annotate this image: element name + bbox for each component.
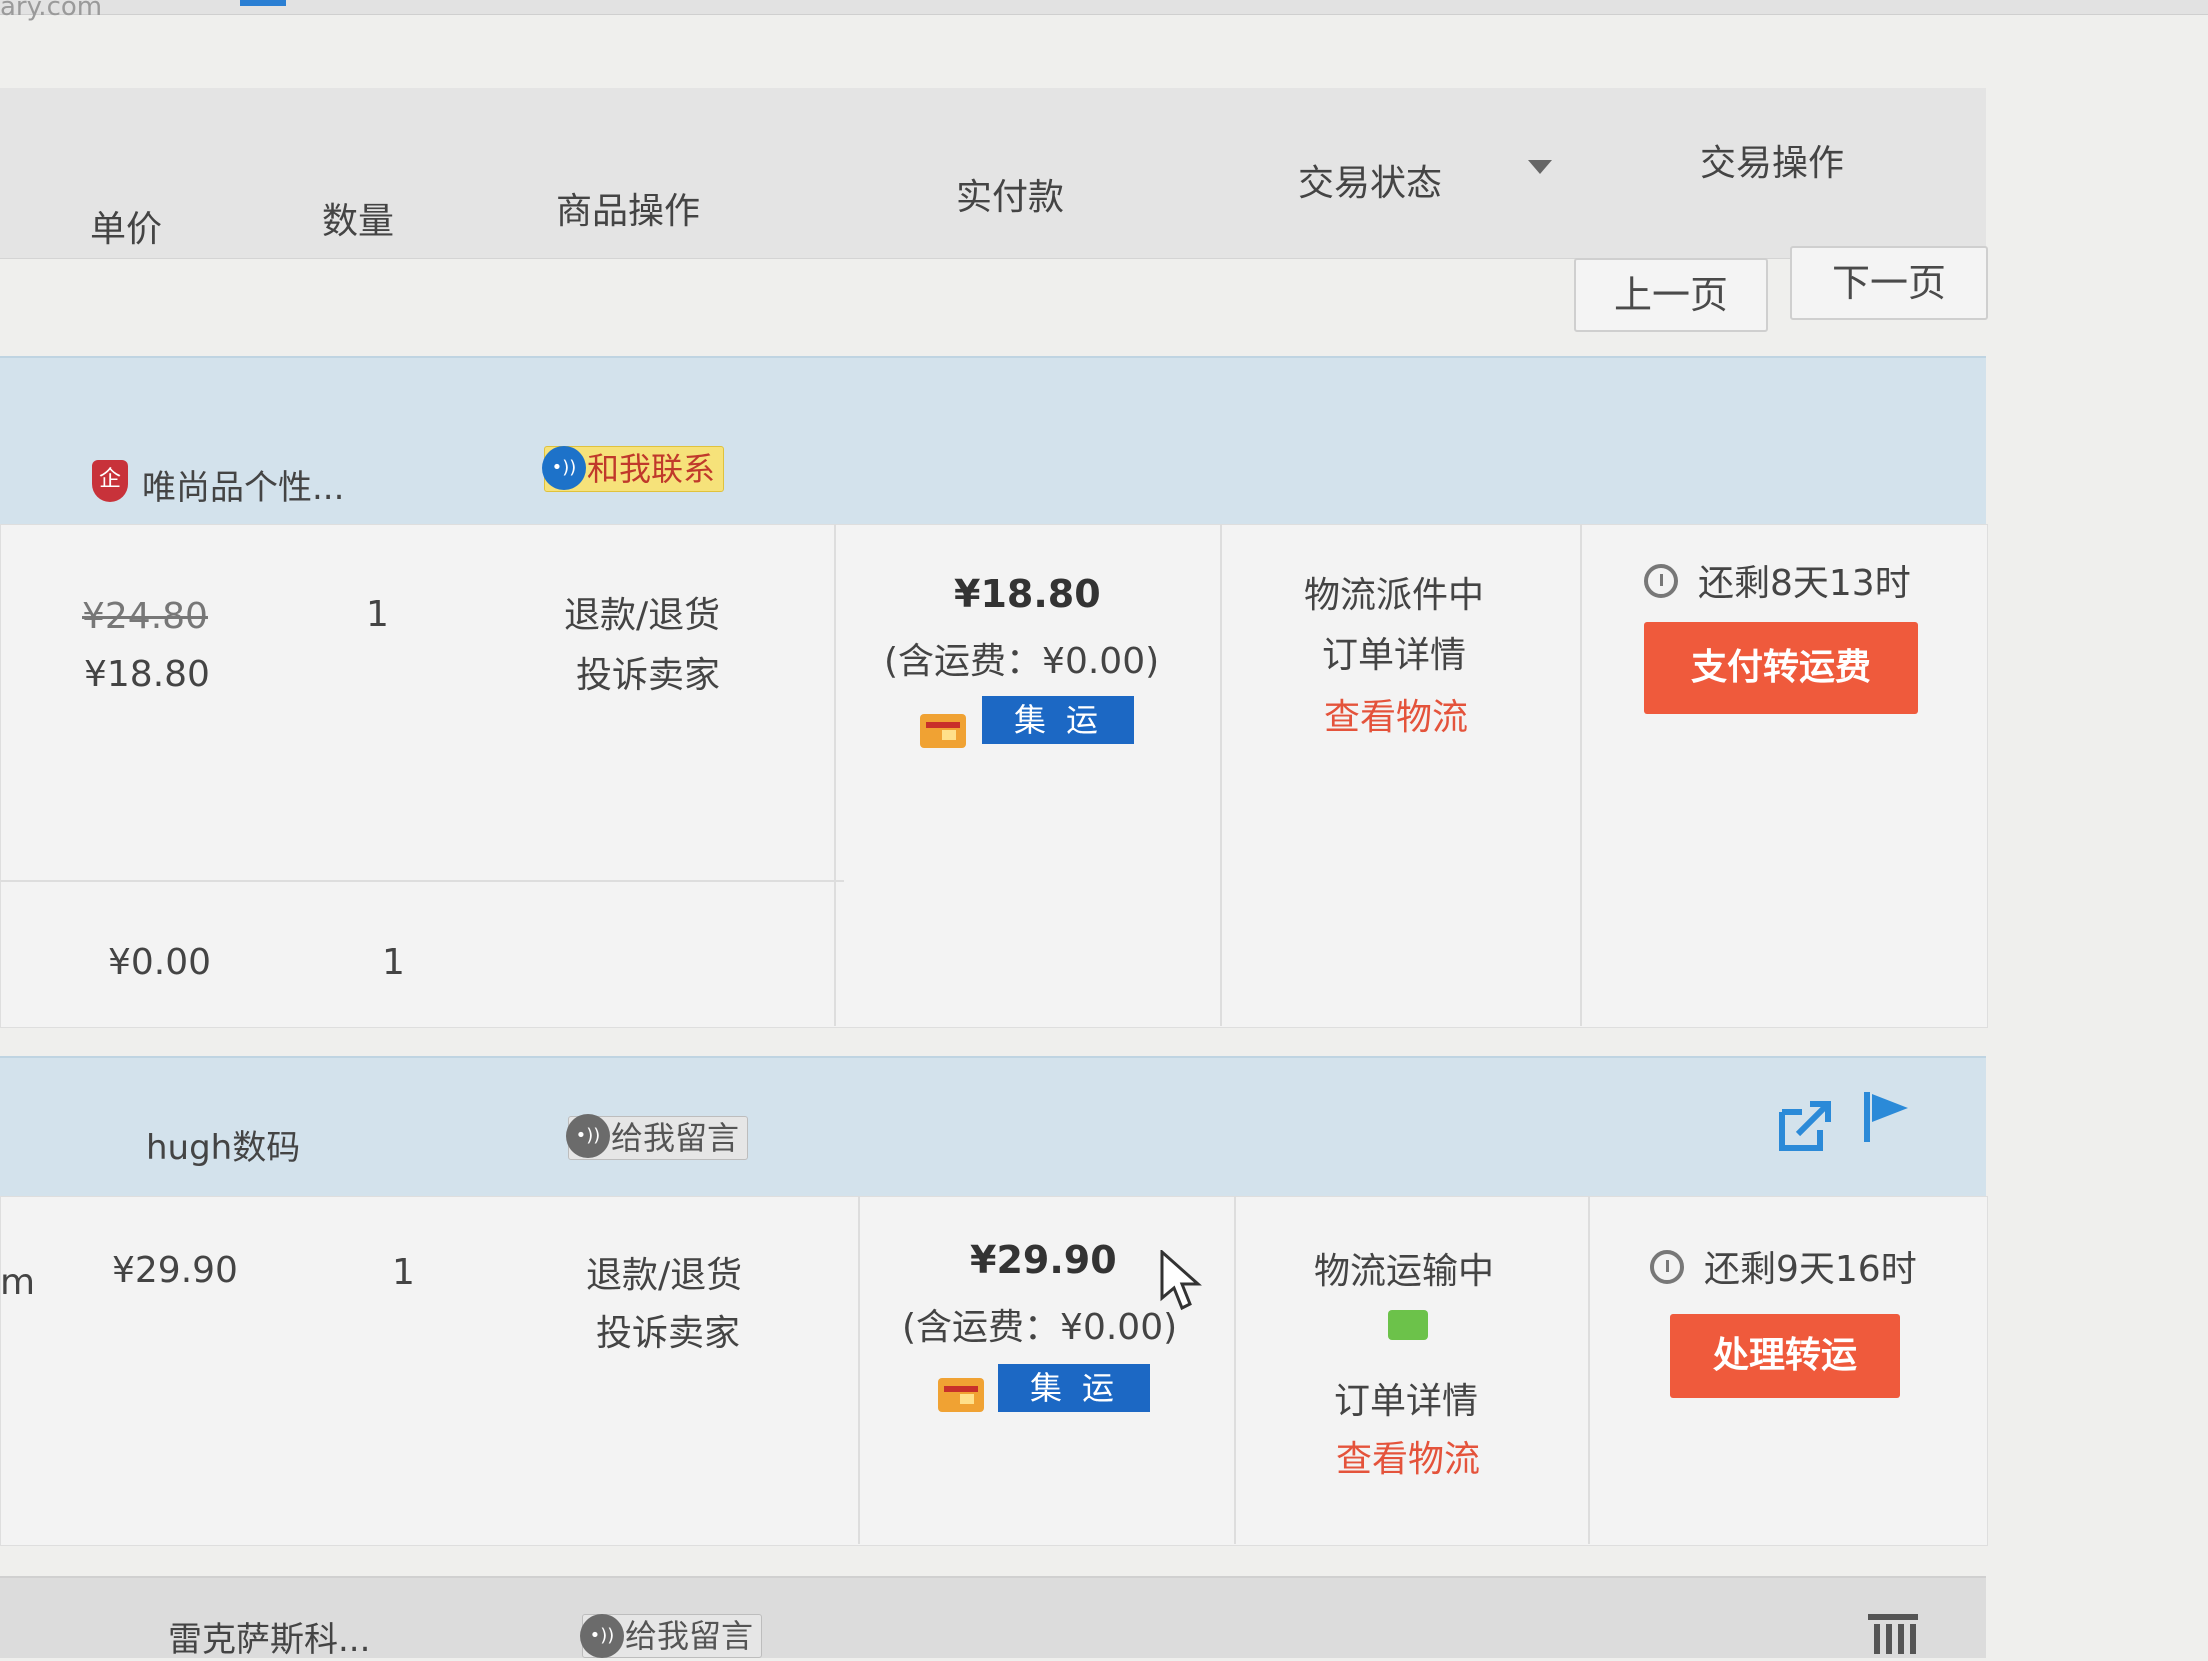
shop-name[interactable]: 雷克萨斯科... [168,1612,370,1661]
shipping-fee: (含运费：¥0.00) [902,1307,1178,1348]
chat-bubble-icon: •)) [542,446,586,490]
unit-price: ¥29.90 [112,1250,238,1291]
contact-label: 和我联系 [587,450,716,488]
url-fragment: ary.com [0,0,103,22]
view-logistics-link[interactable]: 查看物流 [1324,688,1468,740]
chat-bubble-icon[interactable] [1388,1310,1428,1340]
clock-icon [1644,564,1678,598]
column-divider [1220,524,1222,1026]
process-transfer-button[interactable]: 处理转运 [1670,1314,1900,1398]
clock-icon [1650,1250,1684,1284]
column-divider [1234,1196,1236,1544]
quantity: 1 [366,594,389,635]
message-label: 给我留言 [625,1617,754,1655]
complain-seller-link[interactable]: 投诉卖家 [576,646,720,698]
quantity: 1 [392,1252,415,1293]
refund-return-link[interactable]: 退款/退货 [564,586,720,638]
column-item-actions: 商品操作 [556,191,701,232]
item-divider [0,880,844,882]
order-details-link[interactable]: 订单详情 [1322,626,1466,678]
column-trade-status[interactable]: 交易状态 [1298,154,1442,206]
prev-page-button[interactable]: 上一页 [1574,258,1768,332]
shield-icon: 企 [92,460,128,502]
shop-name[interactable]: hugh数码 [146,1120,300,1169]
column-divider [1588,1196,1590,1544]
order-details-link[interactable]: 订单详情 [1334,1372,1478,1424]
next-page-button[interactable]: 下一页 [1790,246,1988,320]
shop-name[interactable]: 唯尚品个性... [142,460,344,509]
column-divider [834,524,836,1026]
browser-address-strip [0,0,2208,15]
consolidated-shipping-badge[interactable]: 集运 [982,696,1134,744]
unit-price: ¥18.80 [84,654,210,695]
shipping-fee: (含运费：¥0.00) [884,641,1160,682]
complain-seller-link[interactable]: 投诉卖家 [596,1304,740,1356]
wallet-icon [938,1378,984,1412]
consolidated-shipping-badge[interactable]: 集运 [998,1364,1150,1412]
original-price: ¥24.80 [82,596,208,637]
mouse-cursor-icon [1160,1248,1202,1316]
amount-paid: ¥18.80 [954,572,1101,616]
item-title-fragment[interactable]: m [0,1262,35,1303]
message-icon: •)) [566,1114,610,1158]
column-unit-price: 单价 [90,209,163,250]
message-label: 给我留言 [611,1119,740,1157]
unit-price: ¥0.00 [108,942,212,983]
column-quantity: 数量 [322,201,395,242]
message-icon: •)) [580,1614,624,1658]
pay-transfer-fee-button[interactable]: 支付转运费 [1644,622,1918,714]
column-divider [1580,524,1582,1026]
share-icon[interactable] [1776,1098,1836,1158]
quantity: 1 [382,942,405,983]
time-remaining: 还剩8天13时 [1698,563,1911,604]
column-divider [858,1196,860,1544]
column-amount-paid: 实付款 [956,177,1065,218]
column-trade-actions: 交易操作 [1700,143,1845,184]
active-tab-indicator [240,0,286,6]
trash-icon[interactable] [1866,1612,1920,1660]
dropdown-arrow-icon[interactable] [1528,160,1552,174]
flag-icon[interactable] [1862,1090,1912,1148]
time-remaining: 还剩9天16时 [1704,1249,1917,1290]
refund-return-link[interactable]: 退款/退货 [586,1246,742,1298]
wallet-icon [920,714,966,748]
trade-status: 物流派件中 [1304,575,1485,616]
amount-paid: ¥29.90 [970,1238,1117,1282]
trade-status: 物流运输中 [1314,1251,1495,1292]
view-logistics-link[interactable]: 查看物流 [1336,1430,1480,1482]
